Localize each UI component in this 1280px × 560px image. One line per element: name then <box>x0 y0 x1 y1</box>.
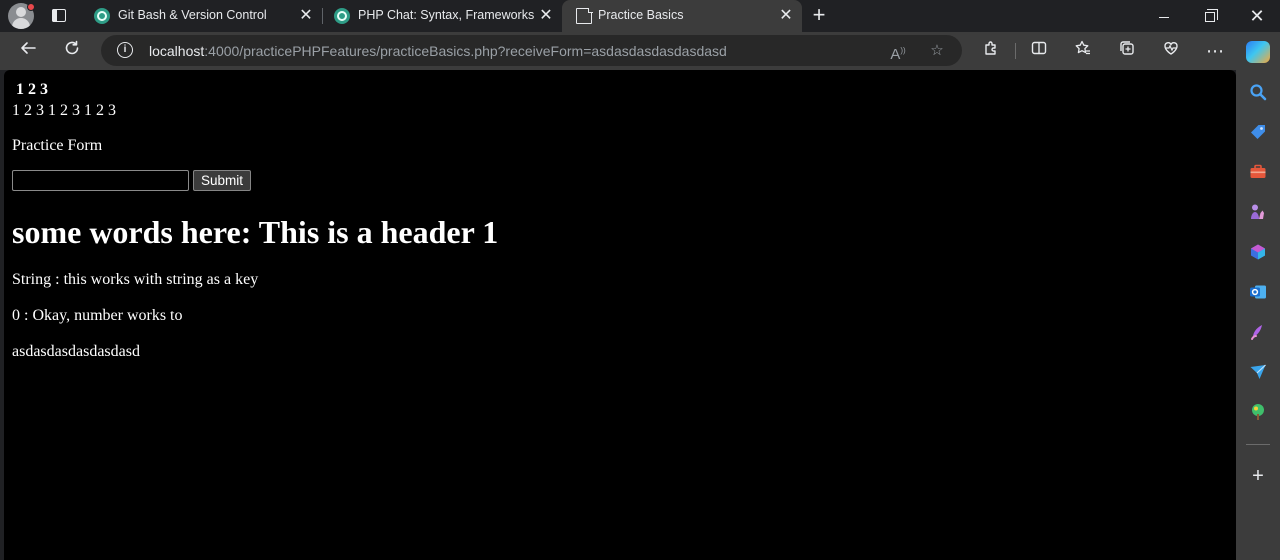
site-info-icon[interactable]: i <box>117 42 133 58</box>
close-window-button[interactable]: ✕ <box>1234 0 1280 32</box>
number-line: 1 2 3 1 2 3 1 2 3 <box>12 102 116 119</box>
copilot-icon[interactable] <box>1246 41 1270 63</box>
games-chess-icon[interactable] <box>1248 202 1268 222</box>
collections-icon[interactable] <box>1114 39 1140 63</box>
form-label: Practice Form <box>12 137 103 154</box>
tree-icon[interactable] <box>1248 402 1268 422</box>
browser-toolbar: i localhost:4000/practicePHPFeatures/pra… <box>0 32 1280 70</box>
new-tab-button[interactable]: + <box>808 4 830 27</box>
search-icon[interactable] <box>1248 82 1268 102</box>
document-icon <box>576 7 593 24</box>
browser-essentials-icon[interactable] <box>1158 39 1184 63</box>
profile-body-shape <box>12 18 30 29</box>
chatgpt-icon <box>94 8 110 24</box>
profile-notification-dot <box>27 3 35 11</box>
tab-actions-icon[interactable] <box>48 6 70 26</box>
minimize-button[interactable] <box>1141 0 1187 32</box>
outlook-icon[interactable] <box>1248 282 1268 302</box>
more-options-icon[interactable]: ⋯ <box>1202 39 1228 63</box>
close-icon[interactable]: ✕ <box>538 8 554 24</box>
add-sidebar-app-button[interactable]: + <box>1248 466 1268 486</box>
submit-button[interactable]: Submit <box>193 170 251 191</box>
url-text[interactable]: localhost:4000/practicePHPFeatures/pract… <box>149 43 727 59</box>
tab-strip: Git Bash & Version Control ✕ PHP Chat: S… <box>0 0 1280 32</box>
edge-sidebar: + <box>1236 70 1280 560</box>
favorites-icon[interactable] <box>1070 39 1096 63</box>
shopping-tag-icon[interactable] <box>1248 122 1268 142</box>
extensions-icon[interactable] <box>978 39 1004 63</box>
page-heading: some words here: This is a header 1 <box>12 214 499 250</box>
read-aloud-icon[interactable]: A)) <box>887 40 909 63</box>
profile-head-shape <box>16 7 26 17</box>
designer-icon[interactable] <box>1248 322 1268 342</box>
refresh-icon[interactable] <box>59 39 85 63</box>
restore-button[interactable] <box>1187 0 1233 32</box>
paragraph-received-value: asdasdasdasdasdasd <box>12 343 140 360</box>
tab-title: Git Bash & Version Control <box>118 8 267 22</box>
chatgpt-icon <box>334 8 350 24</box>
tab-title: Practice Basics <box>598 8 684 22</box>
address-bar[interactable]: i localhost:4000/practicePHPFeatures/pra… <box>101 35 962 66</box>
tab-git-bash[interactable]: Git Bash & Version Control ✕ <box>82 0 322 32</box>
paragraph-string-key: String : this works with string as a key <box>12 271 259 288</box>
microsoft-365-icon[interactable] <box>1248 242 1268 262</box>
back-arrow-icon[interactable] <box>15 39 41 63</box>
split-screen-icon[interactable] <box>1026 39 1052 63</box>
receive-form-input[interactable] <box>12 170 189 191</box>
toolbar-separator <box>1015 43 1016 59</box>
tab-practice-basics[interactable]: Practice Basics ✕ <box>562 0 802 32</box>
page-viewport: 1 2 3 1 2 3 1 2 3 1 2 3 Practice Form Su… <box>4 70 1236 560</box>
drop-send-icon[interactable] <box>1248 362 1268 382</box>
tools-briefcase-icon[interactable] <box>1248 162 1268 182</box>
sidebar-separator <box>1246 444 1270 445</box>
close-icon[interactable]: ✕ <box>778 8 794 24</box>
close-icon[interactable]: ✕ <box>298 8 314 24</box>
tab-php-chat[interactable]: PHP Chat: Syntax, Frameworks ✕ <box>322 0 562 32</box>
tab-title: PHP Chat: Syntax, Frameworks <box>358 8 535 22</box>
paragraph-number-key: 0 : Okay, number works to <box>12 307 183 324</box>
bold-number-line: 1 2 3 <box>16 81 48 98</box>
favorite-star-icon[interactable]: ☆ <box>926 40 948 62</box>
